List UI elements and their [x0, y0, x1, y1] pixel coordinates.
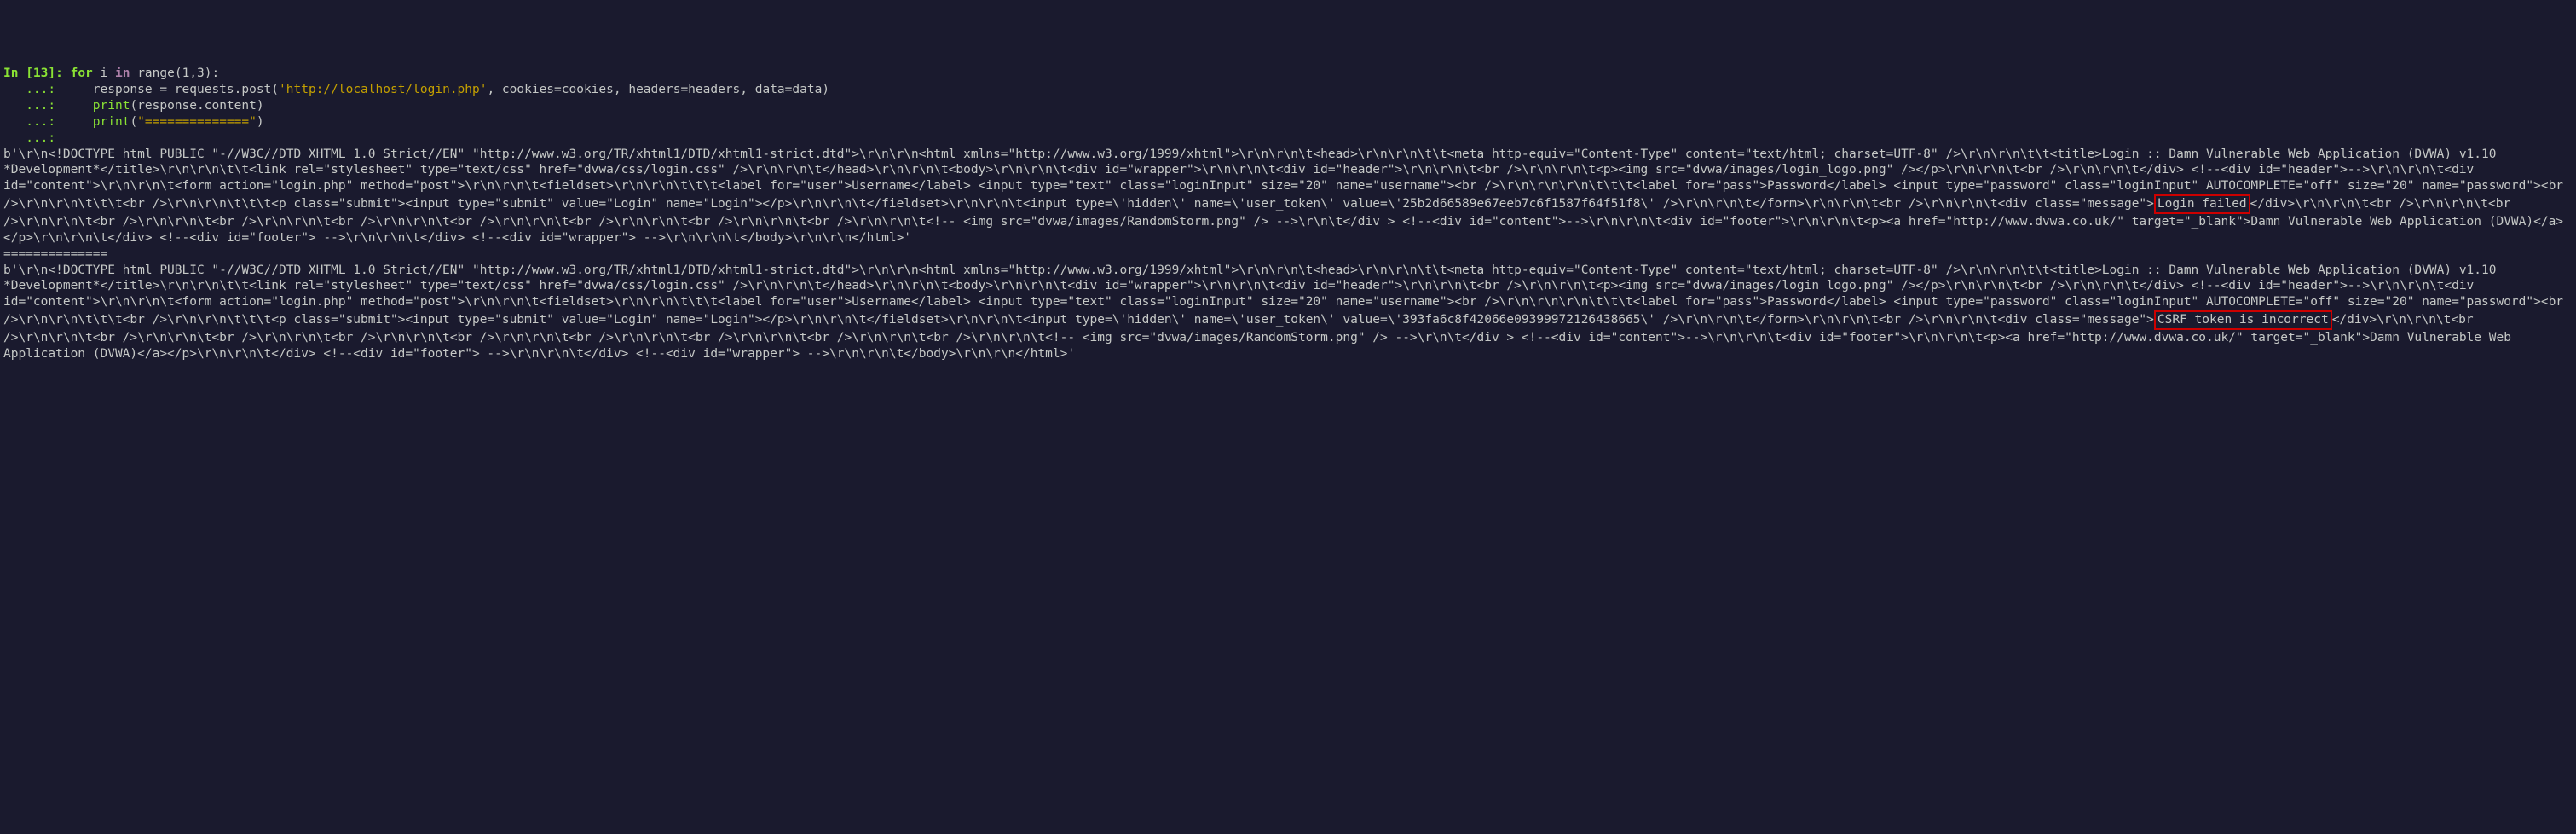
- code-line-4: ...: print("=============="): [3, 114, 2573, 130]
- response-output-2: b'\r\n<!DOCTYPE html PUBLIC "-//W3C//DTD…: [3, 264, 2571, 361]
- continuation-prompt: ...:: [3, 99, 63, 113]
- separator-string: "==============": [137, 115, 257, 129]
- separator-output: ==============: [3, 247, 107, 261]
- continuation-prompt: ...:: [3, 131, 63, 145]
- code-line-5: ...:: [3, 130, 2573, 147]
- highlight-login-failed: Login failed: [2154, 194, 2250, 214]
- for-keyword: for: [71, 67, 93, 80]
- terminal-output: In [13]: for i in range(1,3): ...: respo…: [3, 66, 2573, 362]
- continuation-prompt: ...:: [3, 115, 63, 129]
- in-keyword: in: [115, 67, 130, 80]
- highlight-csrf-incorrect: CSRF token is incorrect: [2154, 310, 2332, 330]
- print-builtin: print: [93, 115, 130, 129]
- code-line-3: ...: print(response.content): [3, 98, 2573, 114]
- code-line-2: ...: response = requests.post('http://lo…: [3, 82, 2573, 98]
- input-prompt: In [13]:: [3, 67, 71, 80]
- print-builtin: print: [93, 99, 130, 113]
- continuation-prompt: ...:: [3, 83, 63, 96]
- url-string: 'http://localhost/login.php': [279, 83, 487, 96]
- response-output-1: b'\r\n<!DOCTYPE html PUBLIC "-//W3C//DTD…: [3, 148, 2571, 245]
- code-line-1: In [13]: for i in range(1,3):: [3, 66, 2573, 82]
